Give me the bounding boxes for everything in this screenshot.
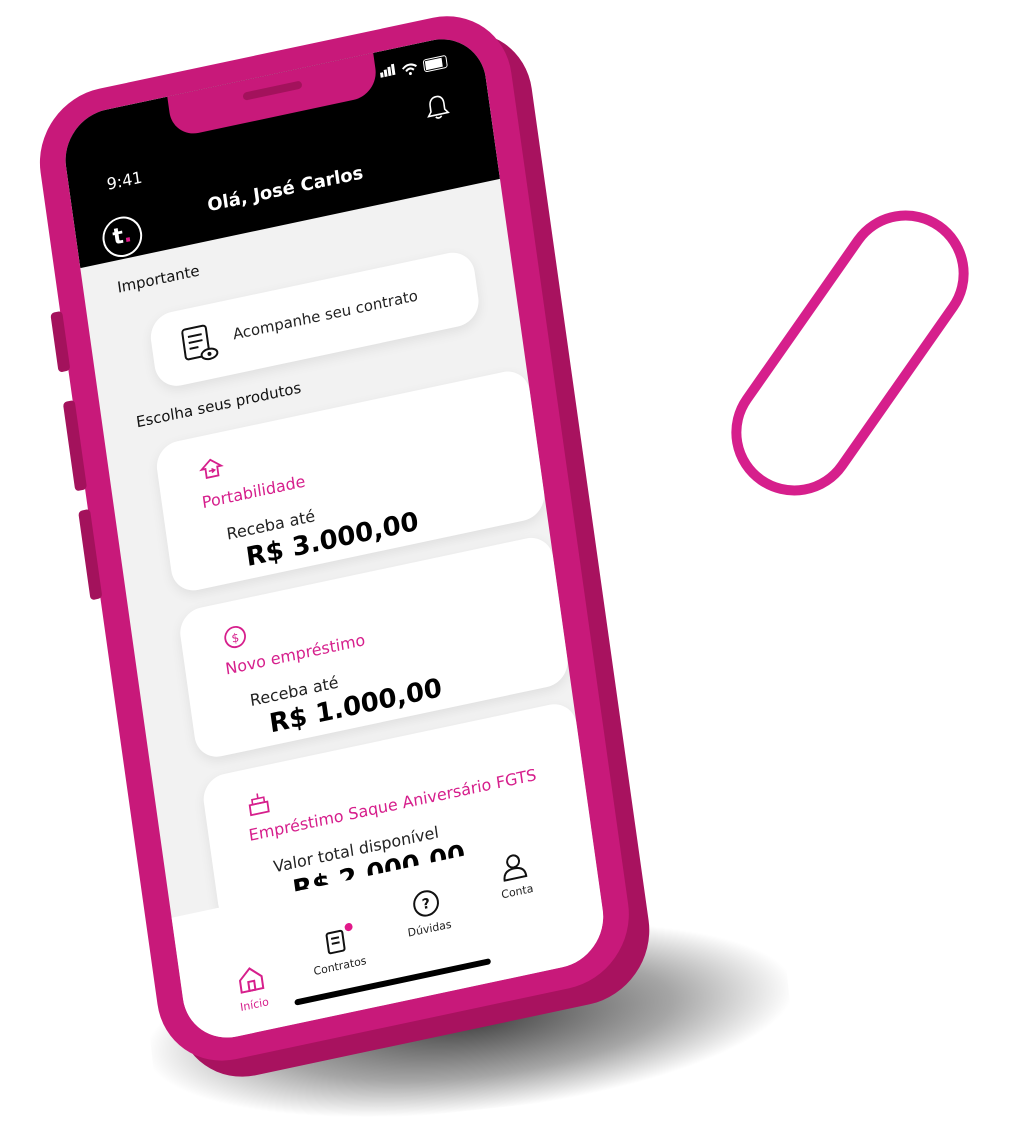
app-header: 9:41 t. Olá, José Carlos bbox=[59, 30, 500, 269]
battery-icon bbox=[422, 54, 448, 73]
phone-screen: 9:41 t. Olá, José Carlos Importante Acom… bbox=[59, 30, 610, 1047]
transfer-icon bbox=[199, 458, 224, 479]
notification-dot bbox=[344, 922, 354, 932]
tab-label: Conta bbox=[500, 881, 535, 902]
user-icon bbox=[503, 854, 528, 882]
notification-bell-icon[interactable] bbox=[424, 92, 451, 123]
status-icons bbox=[379, 52, 448, 82]
phone-mockup: 9:41 t. Olá, José Carlos Importante Acom… bbox=[30, 0, 719, 1093]
tab-label: Contratos bbox=[312, 954, 368, 979]
tab-conta[interactable]: Conta bbox=[472, 843, 557, 906]
phone-body: 9:41 t. Olá, José Carlos Importante Acom… bbox=[30, 3, 638, 1074]
tab-label: Início bbox=[239, 995, 270, 1015]
tab-duvidas[interactable]: ? Dúvidas bbox=[385, 880, 470, 943]
money-icon: $ bbox=[224, 626, 246, 649]
wifi-icon bbox=[401, 63, 417, 76]
home-icon bbox=[238, 967, 265, 994]
svg-text:$: $ bbox=[231, 630, 240, 645]
side-button-volume-up bbox=[62, 399, 88, 492]
status-time: 9:41 bbox=[105, 167, 144, 194]
track-contract-label: Acompanhe seu contrato bbox=[231, 286, 419, 344]
decorative-capsule-outline bbox=[706, 185, 994, 521]
svg-text:?: ? bbox=[421, 896, 431, 914]
side-button-volume-down bbox=[78, 508, 103, 601]
contract-view-icon bbox=[181, 324, 219, 361]
greeting-title: Olá, José Carlos bbox=[206, 162, 365, 217]
notch-speaker bbox=[242, 80, 303, 101]
phone-notch bbox=[167, 52, 380, 139]
signal-icon bbox=[379, 63, 397, 82]
question-icon: ? bbox=[413, 890, 439, 917]
tab-contratos[interactable]: Contratos bbox=[295, 918, 380, 981]
tab-inicio[interactable]: Início bbox=[210, 956, 295, 1019]
side-button-mute bbox=[50, 310, 71, 373]
important-section-label: Importante bbox=[116, 261, 201, 297]
cake-icon bbox=[248, 793, 270, 817]
